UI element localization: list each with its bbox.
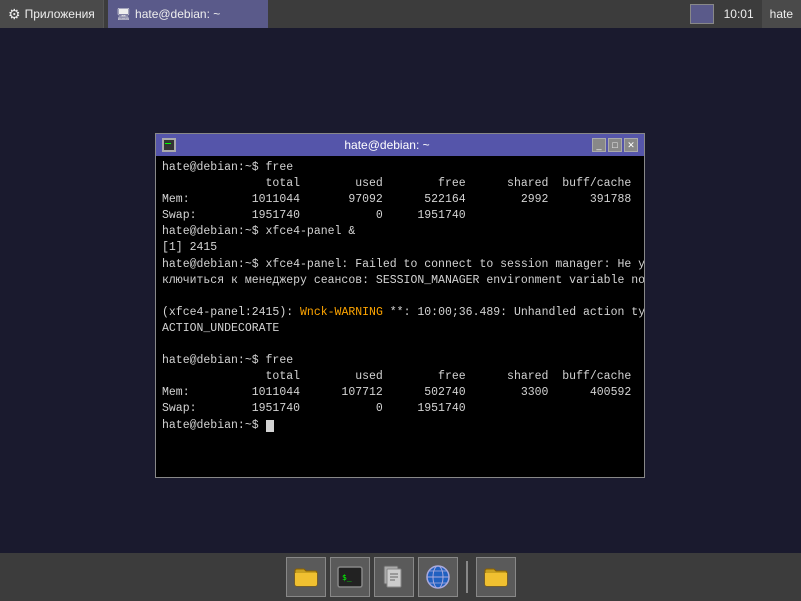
panel-clock: 10:01 — [716, 7, 762, 21]
apps-menu[interactable]: ⚙ Приложения — [0, 0, 104, 28]
minimize-button[interactable]: _ — [592, 138, 606, 152]
apps-menu-label: Приложения — [25, 7, 95, 21]
terminal-taskbar-icon: 🖥 — [116, 7, 131, 21]
terminal-title-text: hate@debian: ~ — [182, 138, 592, 152]
terminal-content: hate@debian:~$ free total used free shar… — [162, 161, 644, 432]
panel-icon-folder2[interactable] — [476, 557, 516, 597]
panel-icon-terminal[interactable]: $_ — [330, 557, 370, 597]
terminal-titlebar[interactable]: hate@debian: ~ _ □ ✕ — [156, 134, 644, 156]
svg-text:$_: $_ — [342, 573, 352, 582]
desktop: hate@debian: ~ _ □ ✕ hate@debian:~$ free… — [0, 28, 801, 558]
panel-separator — [466, 561, 468, 593]
panel-icon-folder1[interactable] — [286, 557, 326, 597]
apps-menu-icon: ⚙ — [8, 6, 21, 23]
panel-window-button[interactable] — [690, 4, 714, 24]
terminal-controls: _ □ ✕ — [592, 138, 638, 152]
bottom-panel: $_ — [0, 553, 801, 601]
terminal-taskbar[interactable]: 🖥 hate@debian: ~ — [108, 0, 268, 28]
terminal-taskbar-label: hate@debian: ~ — [135, 7, 220, 21]
panel-icon-files[interactable] — [374, 557, 414, 597]
terminal-body: hate@debian:~$ free total used free shar… — [156, 156, 644, 477]
close-button[interactable]: ✕ — [624, 138, 638, 152]
terminal-window: hate@debian: ~ _ □ ✕ hate@debian:~$ free… — [155, 133, 645, 478]
maximize-button[interactable]: □ — [608, 138, 622, 152]
top-panel: ⚙ Приложения 🖥 hate@debian: ~ 10:01 hate — [0, 0, 801, 28]
panel-username: hate — [762, 0, 801, 28]
panel-icon-globe[interactable] — [418, 557, 458, 597]
terminal-title-icon — [162, 138, 176, 152]
